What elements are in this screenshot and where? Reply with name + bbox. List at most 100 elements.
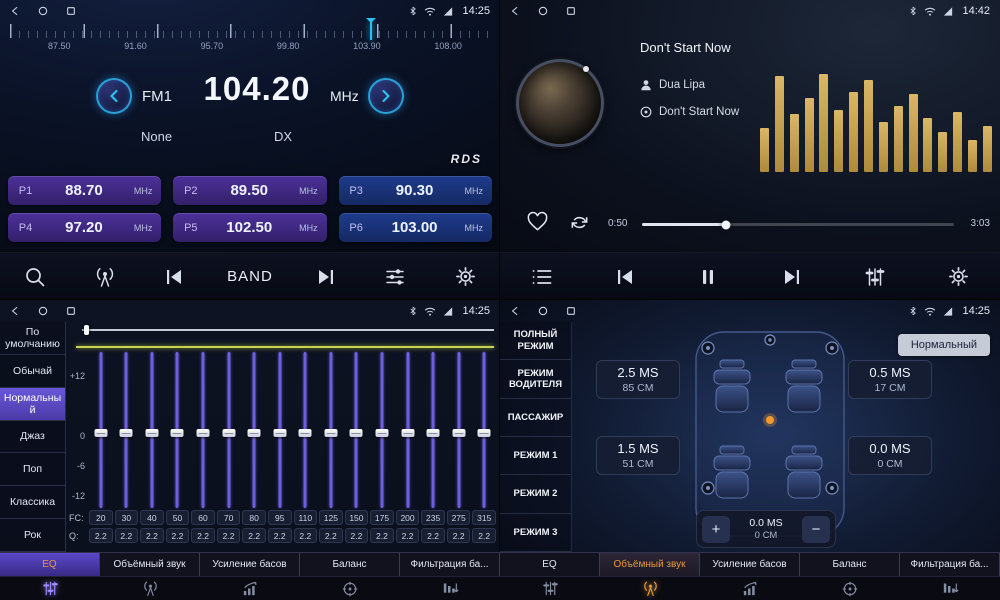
back-icon[interactable] <box>510 6 520 16</box>
level-slider-handle[interactable] <box>84 325 89 335</box>
audio-tab[interactable]: Фильтрация ба... <box>900 553 1000 576</box>
listening-mode-item[interactable]: ПОЛНЫЙ РЕЖИМ <box>500 322 571 360</box>
eq-tab-icon[interactable] <box>0 577 100 600</box>
frequency-ruler[interactable]: 87.5091.6095.7099.80103.90108.00 <box>10 24 490 58</box>
progress-knob[interactable] <box>722 220 731 229</box>
back-icon[interactable] <box>10 6 20 16</box>
listening-mode-item[interactable]: РЕЖИМ 2 <box>500 475 571 513</box>
back-icon[interactable] <box>10 306 20 316</box>
eq-slider-handle[interactable] <box>375 429 388 437</box>
tune-up-button[interactable] <box>368 78 404 114</box>
preset-button[interactable]: P4 97.20 MHz <box>8 213 161 242</box>
level-slider[interactable] <box>82 327 494 333</box>
home-icon[interactable] <box>538 306 548 316</box>
playlist-icon[interactable] <box>519 257 565 297</box>
eq-band-slider[interactable] <box>241 352 267 508</box>
home-icon[interactable] <box>538 6 548 16</box>
audio-tab[interactable]: EQ <box>0 553 100 576</box>
balance-tab-icon[interactable] <box>300 577 400 600</box>
next-station-icon[interactable] <box>303 257 349 297</box>
front-right-delay[interactable]: 0.5 MS 17 CM <box>848 360 932 399</box>
settings-gear-icon[interactable] <box>442 257 488 297</box>
eq-band-slider[interactable] <box>267 352 293 508</box>
delay-increase-button[interactable]: + <box>702 516 730 543</box>
audio-tab[interactable]: Баланс <box>300 553 400 576</box>
audio-tab[interactable]: Баланс <box>800 553 900 576</box>
eq-slider-handle[interactable] <box>222 429 235 437</box>
eq-band-slider[interactable] <box>114 352 140 508</box>
audio-tab[interactable]: Объёмный звук <box>600 553 700 576</box>
previous-station-icon[interactable] <box>151 257 197 297</box>
filter-tab-icon[interactable] <box>900 577 1000 600</box>
eq-slider-handle[interactable] <box>452 429 465 437</box>
eq-band-slider[interactable] <box>420 352 446 508</box>
eq-slider-handle[interactable] <box>427 429 440 437</box>
recents-icon[interactable] <box>66 306 76 316</box>
favorite-heart-icon[interactable] <box>526 211 549 232</box>
eq-preset-item[interactable]: Рок <box>0 519 65 552</box>
eq-band-slider[interactable] <box>318 352 344 508</box>
eq-slider-handle[interactable] <box>299 429 312 437</box>
eq-preset-item[interactable]: Поп <box>0 453 65 486</box>
eq-slider-handle[interactable] <box>171 429 184 437</box>
eq-slider-handle[interactable] <box>350 429 363 437</box>
eq-slider-handle[interactable] <box>145 429 158 437</box>
front-left-delay[interactable]: 2.5 MS 85 CM <box>596 360 680 399</box>
preset-button[interactable]: P5 102.50 MHz <box>173 213 326 242</box>
tune-down-button[interactable] <box>96 78 132 114</box>
band-button[interactable]: BAND <box>221 257 279 297</box>
eq-slider-handle[interactable] <box>120 429 133 437</box>
listening-mode-item[interactable]: РЕЖИМ 1 <box>500 437 571 475</box>
eq-preset-item[interactable]: Классика <box>0 486 65 519</box>
recents-icon[interactable] <box>566 306 576 316</box>
eq-slider-handle[interactable] <box>197 429 210 437</box>
preset-button[interactable]: P3 90.30 MHz <box>339 176 492 205</box>
eq-preset-item[interactable]: Джаз <box>0 421 65 454</box>
eq-band-slider[interactable] <box>471 352 497 508</box>
eq-slider-handle[interactable] <box>248 429 261 437</box>
scan-icon[interactable] <box>12 257 58 297</box>
audio-tab[interactable]: Фильтрация ба... <box>400 553 500 576</box>
eq-band-slider[interactable] <box>190 352 216 508</box>
bass-boost-tab-icon[interactable] <box>200 577 300 600</box>
preset-button[interactable]: P2 89.50 MHz <box>173 176 326 205</box>
delay-decrease-button[interactable]: − <box>802 516 830 543</box>
eq-slider-handle[interactable] <box>401 429 414 437</box>
eq-band-slider[interactable] <box>395 352 421 508</box>
settings-gear-icon[interactable] <box>935 257 981 297</box>
recents-icon[interactable] <box>566 6 576 16</box>
previous-track-icon[interactable] <box>602 257 648 297</box>
home-icon[interactable] <box>38 306 48 316</box>
eq-slider-handle[interactable] <box>324 429 337 437</box>
recents-icon[interactable] <box>66 6 76 16</box>
listening-mode-item[interactable]: РЕЖИМ 3 <box>500 514 571 552</box>
eq-slider-handle[interactable] <box>273 429 286 437</box>
eq-slider-handle[interactable] <box>94 429 107 437</box>
balance-tab-icon[interactable] <box>800 577 900 600</box>
audio-tab[interactable]: Усиление басов <box>200 553 300 576</box>
eq-slider-handle[interactable] <box>478 429 491 437</box>
eq-tab-icon[interactable] <box>500 577 600 600</box>
rear-left-delay[interactable]: 1.5 MS 51 CM <box>596 436 680 475</box>
audio-tab[interactable]: EQ <box>500 553 600 576</box>
seek-bar[interactable] <box>642 223 954 226</box>
surround-tab-icon[interactable] <box>100 577 200 600</box>
surround-tab-icon[interactable] <box>600 577 700 600</box>
preset-button[interactable]: P1 88.70 MHz <box>8 176 161 205</box>
back-icon[interactable] <box>510 306 520 316</box>
eq-preset-item[interactable]: Обычай <box>0 355 65 388</box>
next-track-icon[interactable] <box>769 257 815 297</box>
eq-band-slider[interactable] <box>165 352 191 508</box>
eq-band-slider[interactable] <box>344 352 370 508</box>
sound-profile-button[interactable]: Нормальный <box>898 334 990 356</box>
audio-tab[interactable]: Усиление басов <box>700 553 800 576</box>
eq-band-slider[interactable] <box>446 352 472 508</box>
eq-preset-item[interactable]: По умолчанию <box>0 322 65 355</box>
radio-broadcast-icon[interactable] <box>82 257 128 297</box>
listening-mode-item[interactable]: ПАССАЖИР <box>500 399 571 437</box>
eq-band-slider[interactable] <box>369 352 395 508</box>
eq-band-slider[interactable] <box>88 352 114 508</box>
pause-icon[interactable] <box>685 257 731 297</box>
eq-band-slider[interactable] <box>216 352 242 508</box>
listening-mode-item[interactable]: РЕЖИМ ВОДИТЕЛЯ <box>500 360 571 398</box>
